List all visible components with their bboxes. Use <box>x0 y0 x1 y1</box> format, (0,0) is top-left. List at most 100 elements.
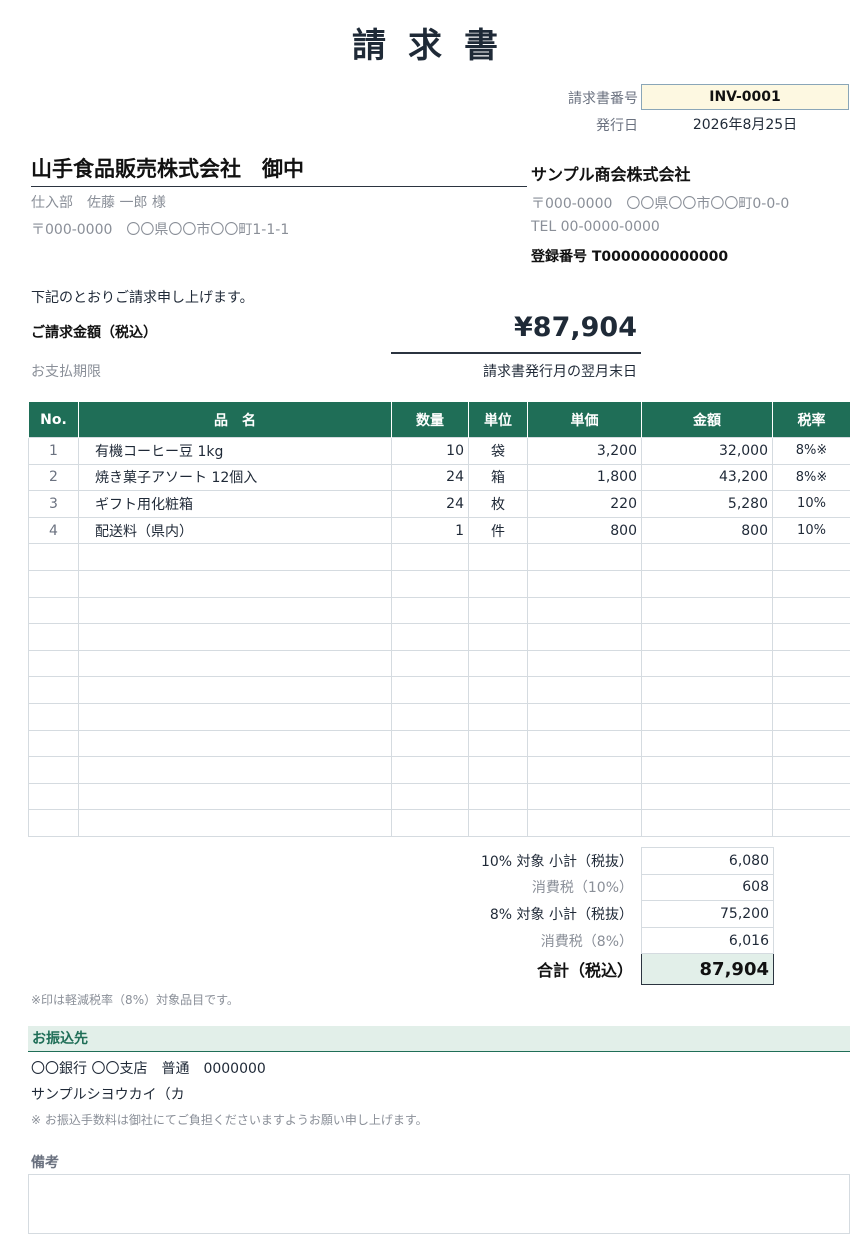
item-price <box>528 544 642 571</box>
subtotal-8-label: 8% 対象 小計（税抜） <box>400 901 642 928</box>
remarks-field[interactable] <box>28 1174 850 1234</box>
item-name: 配送料（県内） <box>79 517 392 544</box>
item-qty <box>392 677 469 704</box>
summary-row: 10% 対象 小計（税抜） 6,080 <box>400 848 774 875</box>
client-name: 山手食品販売株式会社 御中 <box>31 154 527 187</box>
item-qty <box>392 757 469 784</box>
item-tax <box>773 730 850 757</box>
item-price: 800 <box>528 517 642 544</box>
item-qty <box>392 730 469 757</box>
item-qty: 1 <box>392 517 469 544</box>
item-price <box>528 757 642 784</box>
item-price <box>528 783 642 810</box>
item-amount: 32,000 <box>642 438 773 465</box>
item-amount: 800 <box>642 517 773 544</box>
item-amount: 5,280 <box>642 491 773 518</box>
item-name: 有機コーヒー豆 1kg <box>79 438 392 465</box>
item-no <box>29 677 79 704</box>
intro-text: 下記のとおりご請求申し上げます。 <box>31 287 254 307</box>
item-no <box>29 730 79 757</box>
item-amount <box>642 650 773 677</box>
total-row: 合計（税込） 87,904 <box>400 954 774 985</box>
item-unit: 件 <box>469 517 528 544</box>
table-row: 3ギフト用化粧箱24枚2205,28010% <box>29 491 850 518</box>
item-name <box>79 783 392 810</box>
client-address: 〒000-0000 〇〇県〇〇市〇〇町1-1-1 <box>31 219 289 239</box>
client-contact: 仕入部 佐藤 一郎 様 <box>31 192 166 212</box>
item-tax <box>773 650 850 677</box>
item-qty: 10 <box>392 438 469 465</box>
item-name <box>79 730 392 757</box>
tax-10-label: 消費税（10%） <box>400 874 642 901</box>
item-qty <box>392 703 469 730</box>
bank-account-name: サンプルシヨウカイ（カ <box>31 1084 185 1104</box>
item-amount <box>642 783 773 810</box>
item-name <box>79 810 392 837</box>
item-no <box>29 544 79 571</box>
item-qty <box>392 624 469 651</box>
item-price <box>528 810 642 837</box>
item-qty <box>392 810 469 837</box>
item-unit <box>469 810 528 837</box>
empty-table-row <box>29 730 850 757</box>
item-unit <box>469 544 528 571</box>
item-tax <box>773 783 850 810</box>
empty-table-row <box>29 783 850 810</box>
item-tax: 8%※ <box>773 438 850 465</box>
subtotal-10-label: 10% 対象 小計（税抜） <box>400 848 642 875</box>
empty-table-row <box>29 757 850 784</box>
empty-table-row <box>29 677 850 704</box>
summary-row: 消費税（10%） 608 <box>400 874 774 901</box>
summary-table: 10% 対象 小計（税抜） 6,080 消費税（10%） 608 8% 対象 小… <box>400 847 774 985</box>
item-name <box>79 544 392 571</box>
item-tax <box>773 570 850 597</box>
item-price <box>528 730 642 757</box>
empty-table-row <box>29 544 850 571</box>
subtotal-8-value: 75,200 <box>642 901 774 928</box>
item-qty <box>392 597 469 624</box>
due-label: お支払期限 <box>31 361 101 381</box>
tax-8-value: 6,016 <box>642 927 774 954</box>
item-tax <box>773 597 850 624</box>
item-amount: 43,200 <box>642 464 773 491</box>
item-unit: 箱 <box>469 464 528 491</box>
item-no: 1 <box>29 438 79 465</box>
header-unit: 単位 <box>469 402 528 438</box>
empty-table-row <box>29 650 850 677</box>
item-amount <box>642 544 773 571</box>
item-no <box>29 597 79 624</box>
item-price <box>528 677 642 704</box>
item-price <box>528 624 642 651</box>
issuer-name: サンプル商会株式会社 <box>531 161 691 185</box>
item-unit <box>469 624 528 651</box>
total-label: 合計（税込） <box>400 954 642 985</box>
item-tax <box>773 544 850 571</box>
item-unit <box>469 677 528 704</box>
item-tax: 8%※ <box>773 464 850 491</box>
item-name <box>79 757 392 784</box>
item-unit: 袋 <box>469 438 528 465</box>
invoice-number-field[interactable]: INV-0001 <box>641 84 849 110</box>
header-item: 品 名 <box>79 402 392 438</box>
table-header-row: No. 品 名 数量 単位 単価 金額 税率 <box>29 402 850 438</box>
summary-row: 8% 対象 小計（税抜） 75,200 <box>400 901 774 928</box>
item-qty: 24 <box>392 464 469 491</box>
item-amount <box>642 597 773 624</box>
item-amount <box>642 677 773 704</box>
item-name <box>79 570 392 597</box>
item-unit <box>469 730 528 757</box>
item-no <box>29 624 79 651</box>
due-value: 請求書発行月の翌月末日 <box>391 361 637 381</box>
item-price: 3,200 <box>528 438 642 465</box>
reduced-tax-note: ※印は軽減税率（8%）対象品目です。 <box>31 991 239 1008</box>
item-tax <box>773 810 850 837</box>
item-no <box>29 570 79 597</box>
total-value: 87,904 <box>642 954 774 985</box>
item-tax <box>773 703 850 730</box>
header-no: No. <box>29 402 79 438</box>
table-row: 2焼き菓子アソート 12個入24箱1,80043,2008%※ <box>29 464 850 491</box>
item-name <box>79 597 392 624</box>
item-price: 1,800 <box>528 464 642 491</box>
item-no <box>29 757 79 784</box>
item-no <box>29 810 79 837</box>
